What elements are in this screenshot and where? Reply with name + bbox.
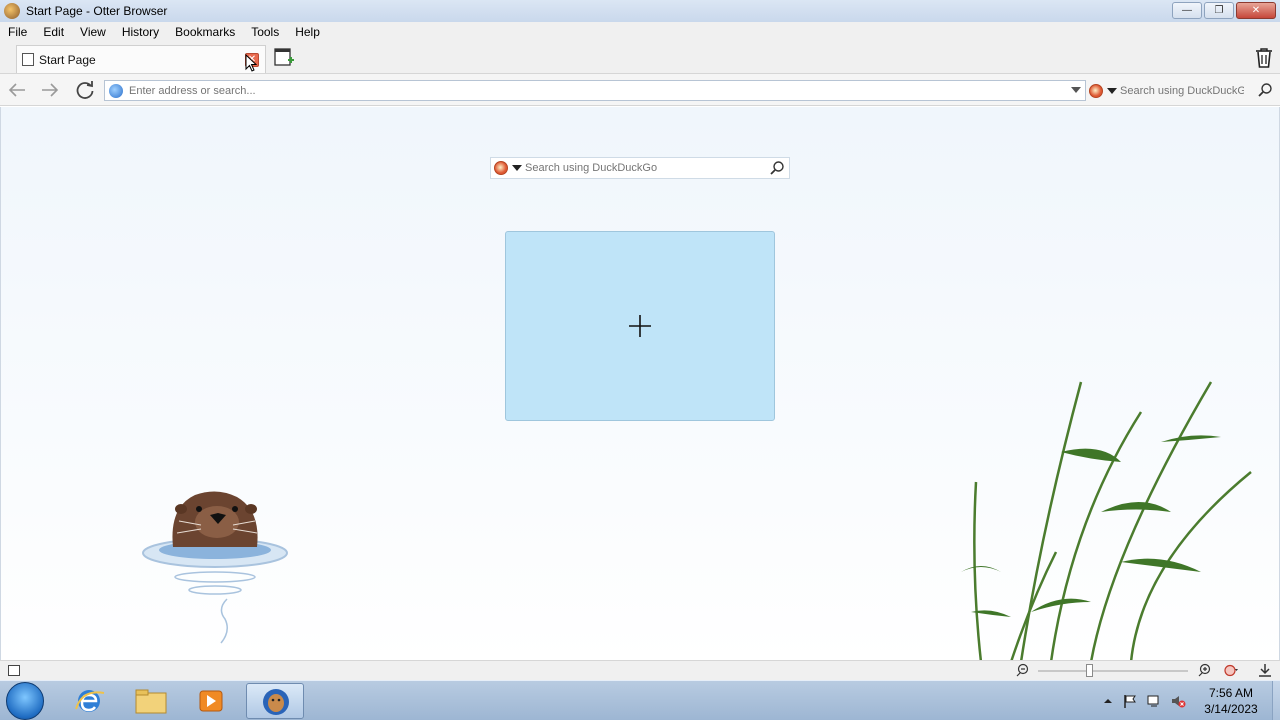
menu-bookmarks[interactable]: Bookmarks xyxy=(167,25,243,39)
taskbar-otter-browser[interactable] xyxy=(246,683,304,719)
start-page-search[interactable] xyxy=(490,157,790,179)
new-tab-icon[interactable] xyxy=(273,46,295,68)
search-engine-dropdown-icon[interactable] xyxy=(1107,87,1117,94)
taskbar-media-player[interactable] xyxy=(182,683,240,719)
window-title: Start Page - Otter Browser xyxy=(26,4,168,18)
menu-tools[interactable]: Tools xyxy=(243,25,287,39)
zoom-out-icon[interactable] xyxy=(1016,663,1030,677)
network-icon[interactable] xyxy=(1146,693,1162,709)
restore-button[interactable]: ❐ xyxy=(1204,2,1234,19)
mouse-cursor-icon xyxy=(245,54,257,72)
downloads-icon[interactable] xyxy=(1257,663,1273,678)
menu-file[interactable]: File xyxy=(0,25,35,39)
zoom-slider-track[interactable] xyxy=(1038,670,1188,672)
toolbar-search-input[interactable] xyxy=(1120,84,1244,97)
duckduckgo-icon xyxy=(494,161,508,175)
search-icon[interactable] xyxy=(769,160,785,176)
volume-muted-icon[interactable] xyxy=(1170,693,1186,709)
start-page-search-input[interactable] xyxy=(525,162,765,174)
start-page-content xyxy=(0,107,1280,662)
back-arrow-icon[interactable] xyxy=(6,79,28,101)
media-player-icon xyxy=(199,690,223,712)
window-controls: — ❐ ✕ xyxy=(1172,2,1276,19)
tab-label: Start Page xyxy=(39,52,96,67)
menu-view[interactable]: View xyxy=(72,25,114,39)
taskbar-file-explorer[interactable] xyxy=(122,683,180,719)
system-clock[interactable]: 7:56 AM 3/14/2023 xyxy=(1196,685,1266,717)
otter-browser-icon xyxy=(4,3,20,19)
start-button[interactable] xyxy=(6,682,44,720)
show-hidden-icons-icon[interactable] xyxy=(1100,693,1116,709)
sidebar-toggle-icon[interactable] xyxy=(8,665,20,676)
minimize-button[interactable]: — xyxy=(1172,2,1202,19)
tab-bar: Start Page ✕ xyxy=(0,42,1280,74)
menu-edit[interactable]: Edit xyxy=(35,25,72,39)
forward-arrow-icon[interactable] xyxy=(39,79,61,101)
tab-start-page[interactable]: Start Page ✕ xyxy=(16,45,266,73)
content-blocking-icon[interactable] xyxy=(1223,663,1239,678)
file-explorer-icon xyxy=(135,689,167,714)
taskbar: 7:56 AM 3/14/2023 xyxy=(0,680,1280,720)
otter-browser-icon xyxy=(263,689,289,715)
navigation-toolbar xyxy=(0,74,1280,106)
address-bar[interactable] xyxy=(104,80,1086,101)
reeds-illustration xyxy=(961,381,1252,662)
address-dropdown-icon[interactable] xyxy=(1071,87,1081,93)
zoom-in-icon[interactable] xyxy=(1198,663,1212,677)
zoom-slider-handle[interactable] xyxy=(1086,664,1093,677)
address-input[interactable] xyxy=(129,82,1029,99)
internet-explorer-icon xyxy=(75,690,105,712)
show-desktop-button[interactable] xyxy=(1272,681,1280,720)
taskbar-internet-explorer[interactable] xyxy=(60,683,118,719)
search-icon[interactable] xyxy=(1257,82,1273,98)
trash-icon[interactable] xyxy=(1253,46,1275,70)
menu-bar: File Edit View History Bookmarks Tools H… xyxy=(0,22,1280,42)
clock-time: 7:56 AM xyxy=(1208,686,1254,700)
reload-icon[interactable] xyxy=(74,79,96,101)
duckduckgo-icon xyxy=(1089,83,1103,98)
toolbar-search-box[interactable] xyxy=(1089,80,1275,101)
search-engine-dropdown-icon[interactable] xyxy=(512,165,522,171)
add-speed-dial-tile[interactable] xyxy=(505,231,775,421)
title-bar: Start Page - Otter Browser — ❐ ✕ xyxy=(0,0,1280,22)
otter-illustration xyxy=(142,491,288,644)
menu-help[interactable]: Help xyxy=(287,25,328,39)
status-bar xyxy=(0,660,1280,680)
action-center-flag-icon[interactable] xyxy=(1122,693,1138,709)
plus-icon xyxy=(629,315,651,337)
clock-date: 3/14/2023 xyxy=(1204,702,1258,716)
globe-icon xyxy=(109,83,123,98)
close-window-button[interactable]: ✕ xyxy=(1236,2,1276,19)
menu-history[interactable]: History xyxy=(114,25,167,39)
page-icon xyxy=(22,53,34,66)
